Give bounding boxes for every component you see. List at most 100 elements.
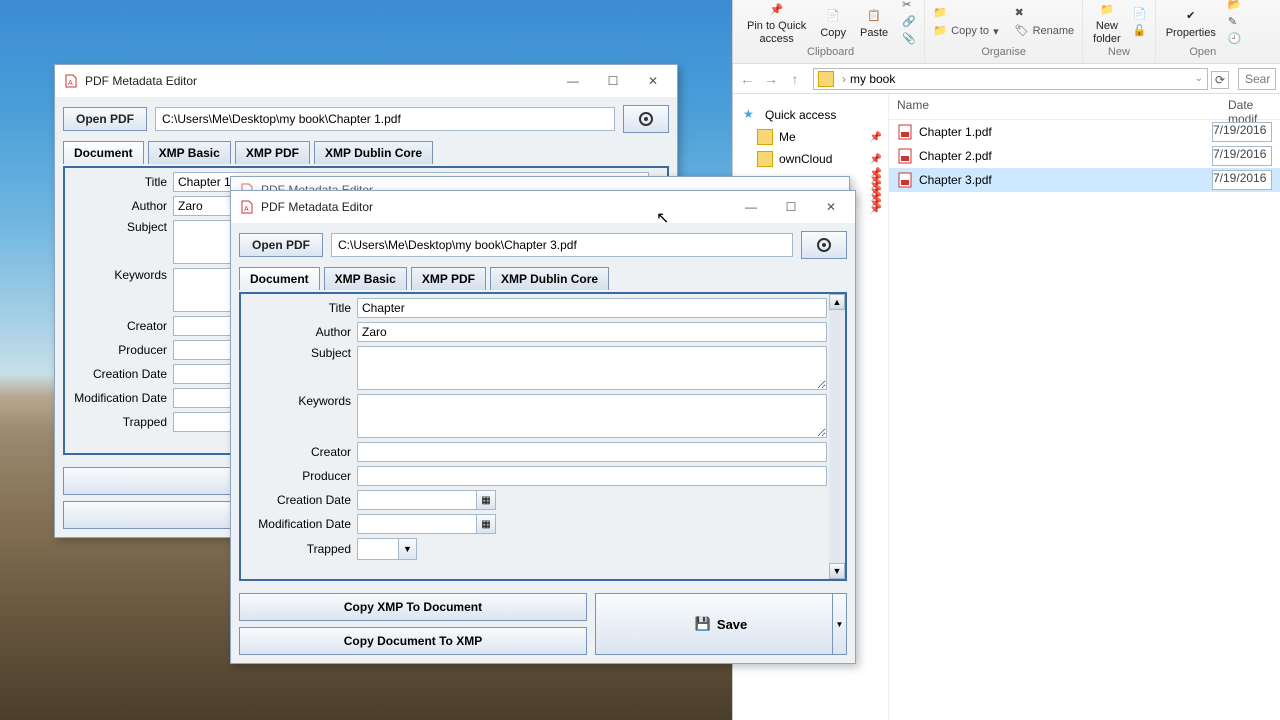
moveto-button[interactable]: 📁 [929, 5, 1002, 21]
cut-icon: ✂ [902, 0, 916, 12]
open-button[interactable]: 📂 [1224, 0, 1246, 13]
save-button[interactable]: 💾 Save ▼ [595, 593, 847, 655]
tabs: Document XMP Basic XMP PDF XMP Dublin Co… [55, 141, 677, 164]
copy-doc-button[interactable]: Copy Document To XMP [239, 627, 587, 655]
file-row[interactable]: Chapter 3.pdf 7/19/2016 [889, 168, 1280, 192]
file-path-input[interactable] [331, 233, 793, 257]
paste-label: Paste [860, 27, 888, 39]
rename-button[interactable]: 🏷Rename [1011, 23, 1079, 39]
newitem-icon: 📄 [1133, 7, 1147, 21]
label-subject: Subject [245, 346, 357, 360]
tab-document[interactable]: Document [63, 141, 144, 164]
tab-xmp-pdf[interactable]: XMP PDF [411, 267, 486, 290]
date-picker-button[interactable]: ▦ [476, 490, 496, 510]
label-producer: Producer [69, 343, 173, 357]
titlebar[interactable]: A PDF Metadata Editor — ☐ ✕ [55, 65, 677, 97]
chevron-down-icon[interactable]: ⌄ [1195, 73, 1203, 84]
keywords-field[interactable] [357, 394, 827, 438]
properties-button[interactable]: ✔ Properties [1160, 4, 1222, 41]
copy-xmp-button[interactable]: Copy XMP To Document [239, 593, 587, 621]
forward-button[interactable]: → [761, 69, 781, 89]
svg-text:A: A [68, 80, 73, 87]
delete-button[interactable]: ✖ [1011, 5, 1079, 21]
label-title: Title [245, 301, 357, 315]
tab-xmp-dublin[interactable]: XMP Dublin Core [314, 141, 433, 164]
easyaccess-button[interactable]: 🔓 [1129, 23, 1151, 39]
toolbar: Open PDF [55, 97, 677, 141]
newitem-button[interactable]: 📄 [1129, 6, 1151, 22]
file-name: Chapter 1.pdf [919, 125, 1212, 139]
tab-xmp-basic[interactable]: XMP Basic [324, 267, 407, 290]
ribbon-group-clipboard: Clipboard [807, 44, 854, 60]
pin-icon: 📌 [870, 132, 882, 143]
tab-xmp-basic[interactable]: XMP Basic [148, 141, 231, 164]
paste-button[interactable]: 📋 Paste [854, 4, 894, 41]
cut-button[interactable]: ✂ [898, 0, 920, 13]
history-button[interactable]: 🕘 [1224, 31, 1246, 47]
title-field[interactable] [357, 298, 827, 318]
pin-to-quick-access-button[interactable]: 📌 Pin to Quick access [741, 0, 812, 47]
scrollbar[interactable]: ▲ ▼ [829, 294, 845, 579]
pdf-icon [897, 172, 913, 188]
copy-label: Copy [820, 27, 846, 39]
close-button[interactable]: ✕ [633, 67, 673, 95]
sidebar-item-quick-access[interactable]: ★ Quick access [733, 104, 888, 126]
sidebar-item-owncloud[interactable]: ownCloud 📌 [733, 148, 888, 170]
settings-button[interactable] [623, 105, 669, 133]
star-icon: ★ [743, 107, 759, 123]
rename-icon: 🏷 [1015, 24, 1029, 38]
subject-field[interactable] [357, 346, 827, 390]
ribbon-group-new: New [1108, 44, 1130, 60]
new-folder-button[interactable]: 📁 New folder [1087, 0, 1127, 47]
breadcrumb-segment[interactable]: my book [850, 72, 895, 86]
edit-button[interactable]: ✎ [1224, 14, 1246, 30]
sidebar-item-label: Quick access [765, 108, 836, 122]
up-button[interactable]: ↑ [785, 69, 805, 89]
creator-field[interactable] [357, 442, 827, 462]
back-button[interactable]: ← [737, 69, 757, 89]
scroll-up-button[interactable]: ▲ [829, 294, 845, 310]
tab-document[interactable]: Document [239, 267, 320, 290]
sidebar-item-me[interactable]: Me 📌 [733, 126, 888, 148]
copy-button[interactable]: 📄 Copy [814, 4, 852, 41]
scroll-down-button[interactable]: ▼ [829, 563, 845, 579]
titlebar[interactable]: A PDF Metadata Editor — ☐ ✕ [231, 191, 855, 223]
copyto-icon: 📁 [933, 24, 947, 38]
file-path-input[interactable] [155, 107, 615, 131]
column-header-date[interactable]: Date modif [1220, 94, 1280, 119]
chevron-down-icon: ▼ [398, 539, 416, 559]
minimize-button[interactable]: — [731, 193, 771, 221]
properties-icon: ✔ [1181, 6, 1201, 26]
tab-xmp-pdf[interactable]: XMP PDF [235, 141, 310, 164]
save-label: Save [717, 617, 747, 632]
pasteshortcut-button[interactable]: 📎 [898, 31, 920, 47]
column-header-name[interactable]: Name [889, 94, 1220, 119]
maximize-button[interactable]: ☐ [593, 67, 633, 95]
author-field[interactable] [357, 322, 827, 342]
copypath-button[interactable]: 🔗 [898, 14, 920, 30]
search-input[interactable]: Sear [1238, 68, 1276, 90]
trapped-select[interactable]: ▼ [357, 538, 417, 560]
maximize-button[interactable]: ☐ [771, 193, 811, 221]
window-title: PDF Metadata Editor [85, 74, 197, 88]
creation-date-field[interactable] [357, 490, 477, 510]
open-pdf-button[interactable]: Open PDF [239, 233, 323, 257]
open-pdf-button[interactable]: Open PDF [63, 107, 147, 131]
breadcrumb[interactable]: › my book ⌄ ⟳ [813, 68, 1208, 90]
save-dropdown[interactable]: ▼ [832, 594, 846, 654]
copyto-label: Copy to [951, 25, 989, 37]
settings-button[interactable] [801, 231, 847, 259]
minimize-button[interactable]: — [553, 67, 593, 95]
open-icon: 📂 [1228, 0, 1242, 12]
file-row[interactable]: Chapter 2.pdf 7/19/2016 [889, 144, 1280, 168]
producer-field[interactable] [357, 466, 827, 486]
file-date: 7/19/2016 [1212, 170, 1272, 190]
svg-text:A: A [244, 206, 249, 213]
date-picker-button[interactable]: ▦ [476, 514, 496, 534]
modification-date-field[interactable] [357, 514, 477, 534]
copyto-button[interactable]: 📁Copy to ▾ [929, 23, 1002, 39]
tab-xmp-dublin[interactable]: XMP Dublin Core [490, 267, 609, 290]
refresh-button[interactable]: ⟳ [1211, 71, 1229, 89]
close-button[interactable]: ✕ [811, 193, 851, 221]
file-row[interactable]: Chapter 1.pdf 7/19/2016 [889, 120, 1280, 144]
